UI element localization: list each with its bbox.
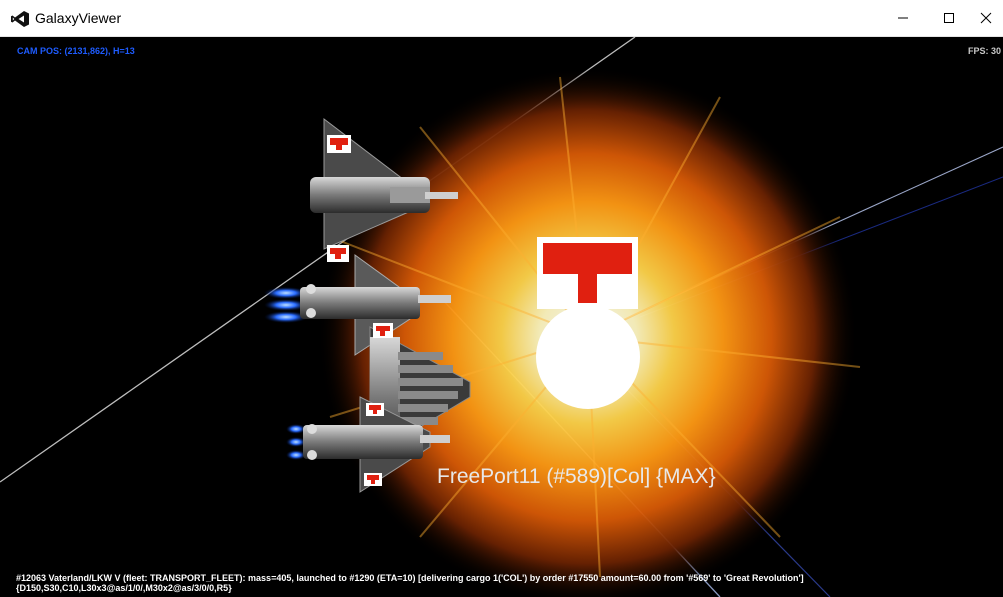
close-icon (980, 12, 991, 24)
minimize-button[interactable] (880, 0, 926, 36)
flag-icon (327, 135, 351, 153)
visual-studio-icon (11, 11, 29, 27)
maximize-icon (944, 13, 954, 23)
flag-icon (373, 323, 393, 338)
window-title: GalaxyViewer (35, 10, 122, 26)
camera-position: CAM POS: (2131,862), H=13 (17, 46, 135, 56)
status-text: #12063 Vaterland/LKW V (fleet: TRANSPORT… (16, 573, 804, 593)
flag-icon (327, 245, 349, 262)
status-line: #12063 Vaterland/LKW V (fleet: TRANSPORT… (16, 573, 804, 583)
flag-icon[interactable] (537, 237, 638, 309)
fps-counter: FPS: 30 (967, 46, 1001, 56)
flag-icon (366, 403, 384, 416)
title-bar: GalaxyViewer (0, 0, 1003, 37)
status-line: {D150,S30,C10,L30x3@as/1/0/,M30x2@as/3/0… (16, 583, 232, 593)
minimize-icon (898, 17, 908, 19)
planet-body[interactable] (536, 305, 640, 409)
planet-label: FreePort11 (#589)[Col] {MAX} (437, 465, 716, 488)
maximize-button[interactable] (926, 0, 972, 36)
flag-icon (364, 473, 382, 486)
galaxy-viewport[interactable]: CAM POS: (2131,862), H=13 FPS: 30 FreePo… (0, 37, 1003, 597)
scene-canvas (0, 37, 1003, 597)
close-button[interactable] (968, 0, 1003, 36)
